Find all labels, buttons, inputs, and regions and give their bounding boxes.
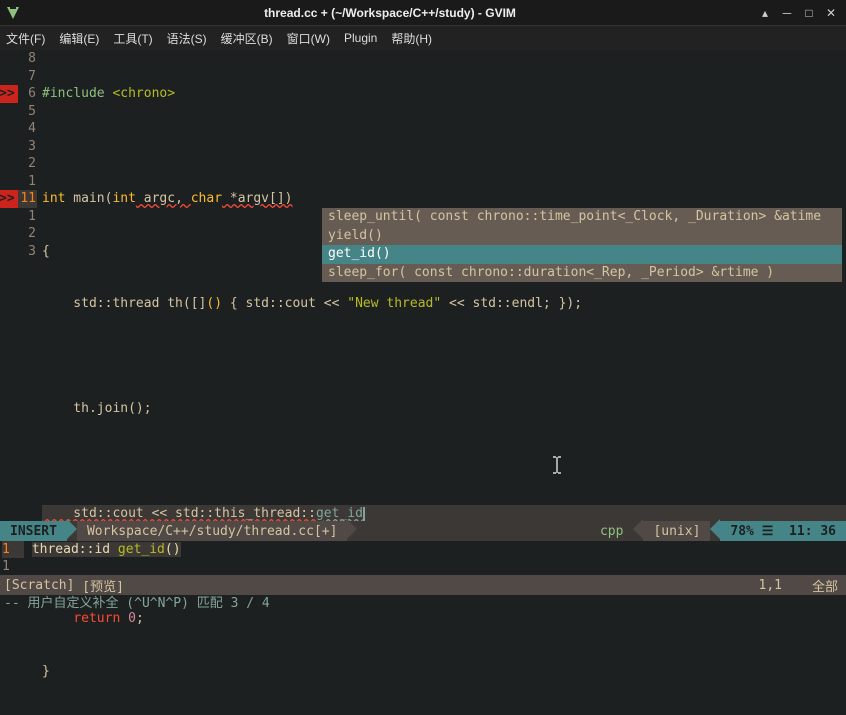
menu-plugin[interactable]: Plugin <box>344 31 377 45</box>
linenum: 8 <box>0 50 36 68</box>
separator-icon <box>347 519 357 543</box>
linenum: 2 <box>0 155 36 173</box>
window-title: thread.cc + (~/Workspace/C++/study) - GV… <box>26 6 754 20</box>
text-cursor-icon <box>552 456 562 474</box>
gutter: 8 7 >>6 5 4 3 2 1 >>11 1 2 3 <box>0 50 42 521</box>
code-area[interactable]: #include <chrono> int main(int argc, cha… <box>42 50 846 521</box>
vim-icon <box>4 4 22 22</box>
window-close-icon[interactable]: ✕ <box>820 6 842 20</box>
code-line <box>42 348 846 366</box>
code-line: } <box>42 663 846 681</box>
code-line-current: std::cout << std::this_thread::get_id <box>42 505 846 523</box>
code-line: #include <chrono> <box>42 85 846 103</box>
completion-item[interactable]: yield() <box>322 227 842 246</box>
sign-column-marker: >> <box>0 85 18 103</box>
code-line <box>42 138 846 156</box>
completion-item[interactable]: sleep_for( const chrono::duration<_Rep, … <box>322 264 842 283</box>
sign-column-marker: >> <box>0 190 18 208</box>
linenum: 4 <box>0 120 36 138</box>
separator-icon <box>710 519 720 543</box>
separator-icon <box>633 519 643 543</box>
status-filetype: cpp <box>590 521 633 541</box>
status-filepath: Workspace/C++/study/thread.cc[+] <box>77 521 347 541</box>
completion-item[interactable]: sleep_until( const chrono::time_point<_C… <box>322 208 842 227</box>
menu-tools[interactable]: 工具(T) <box>113 30 152 47</box>
menu-file[interactable]: 文件(F) <box>6 30 45 47</box>
statusline: INSERT Workspace/C++/study/thread.cc[+] … <box>0 521 846 541</box>
menu-help[interactable]: 帮助(H) <box>391 30 432 47</box>
menu-syntax[interactable]: 语法(S) <box>167 30 207 47</box>
titlebar: thread.cc + (~/Workspace/C++/study) - GV… <box>0 0 846 26</box>
menu-edit[interactable]: 编辑(E) <box>59 30 99 47</box>
linenum: 1 <box>0 208 36 226</box>
linenum-current: >>11 <box>0 190 36 208</box>
linenum-current: 1 <box>2 541 24 558</box>
linenum: 3 <box>0 243 36 261</box>
completion-item-selected[interactable]: get_id() <box>322 245 842 264</box>
mode-indicator: INSERT <box>0 521 67 541</box>
code-line: std::thread th([]() { std::cout << "New … <box>42 295 846 313</box>
separator-icon <box>67 519 77 543</box>
window-up-icon[interactable]: ▴ <box>754 6 776 20</box>
menubar: 文件(F) 编辑(E) 工具(T) 语法(S) 缓冲区(B) 窗口(W) Plu… <box>0 26 846 50</box>
code-line: int main(int argc, char *argv[]) <box>42 190 846 208</box>
linenum: 5 <box>0 103 36 121</box>
code-line: th.join(); <box>42 400 846 418</box>
code-line <box>42 558 846 576</box>
completion-popup[interactable]: sleep_until( const chrono::time_point<_C… <box>322 208 842 282</box>
code-line <box>42 453 846 471</box>
linenum: 1 <box>2 558 24 575</box>
window-minimize-icon[interactable]: ─ <box>776 6 798 20</box>
linenum: 3 <box>0 138 36 156</box>
linenum: 1 <box>0 173 36 191</box>
menu-buffers[interactable]: 缓冲区(B) <box>221 30 273 47</box>
text-cursor <box>363 507 365 521</box>
linenum: 7 <box>0 68 36 86</box>
menu-window[interactable]: 窗口(W) <box>287 30 330 47</box>
window-maximize-icon[interactable]: □ <box>798 6 820 20</box>
linenum: >>6 <box>0 85 36 103</box>
status-position: 78% ☰ 11: 36 <box>720 521 846 541</box>
editor[interactable]: 8 7 >>6 5 4 3 2 1 >>11 1 2 3 #include <c… <box>0 50 846 521</box>
linenum: 2 <box>0 225 36 243</box>
status-fileformat: [unix] <box>643 521 710 541</box>
